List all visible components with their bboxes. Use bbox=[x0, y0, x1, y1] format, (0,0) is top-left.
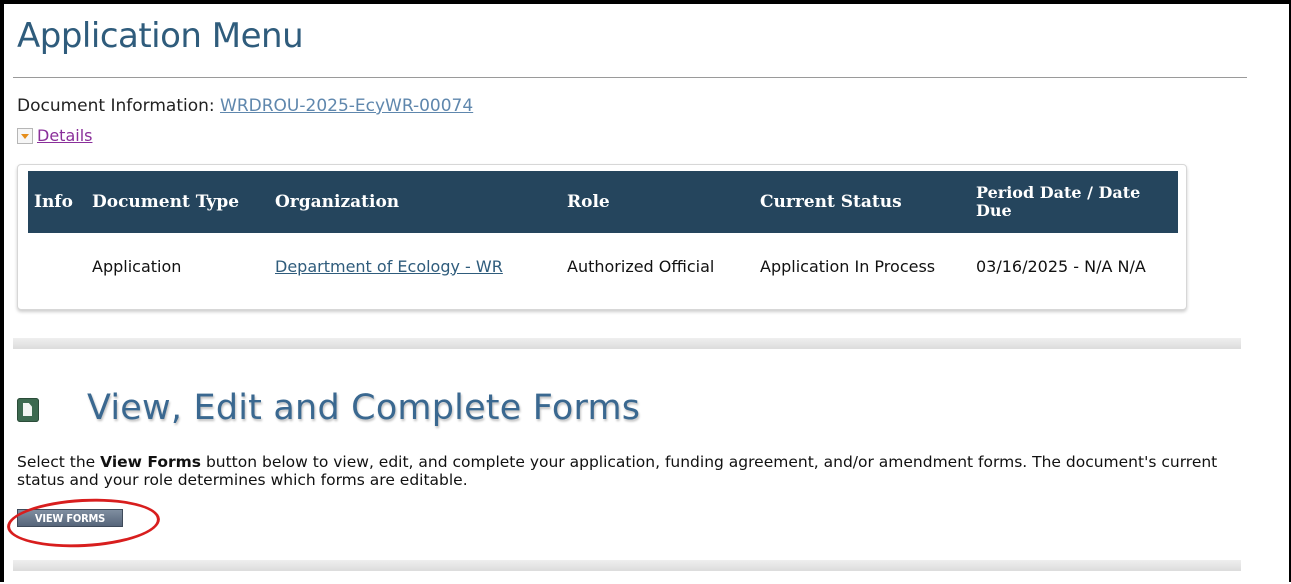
column-header-current-status: Current Status bbox=[754, 171, 970, 233]
table-header-row: Info Document Type Organization Role Cur… bbox=[28, 171, 1178, 233]
document-icon bbox=[17, 398, 39, 422]
bottom-separator bbox=[13, 560, 1241, 571]
details-link[interactable]: Details bbox=[37, 126, 92, 145]
expand-arrow-icon[interactable] bbox=[17, 127, 33, 144]
document-table-card: Info Document Type Organization Role Cur… bbox=[17, 164, 1187, 310]
cell-period-date: 03/16/2025 - N/A N/A bbox=[976, 256, 1146, 276]
document-table: Info Document Type Organization Role Cur… bbox=[28, 171, 1178, 299]
title-divider bbox=[13, 77, 1247, 78]
cell-document-type: Application bbox=[92, 256, 182, 276]
organization-link[interactable]: Department of Ecology - WR bbox=[275, 257, 503, 276]
details-toggle[interactable]: Details bbox=[17, 126, 92, 145]
column-header-info: Info bbox=[28, 171, 86, 233]
column-header-role: Role bbox=[561, 171, 754, 233]
cell-role: Authorized Official bbox=[567, 256, 715, 276]
view-forms-button[interactable]: VIEW FORMS bbox=[17, 509, 123, 527]
forms-section-title: View, Edit and Complete Forms bbox=[87, 388, 641, 428]
column-header-period-date: Period Date / Date Due bbox=[970, 171, 1178, 233]
section-separator bbox=[13, 338, 1241, 349]
forms-instructions: Select the View Forms button below to vi… bbox=[17, 453, 1227, 489]
column-header-organization: Organization bbox=[269, 171, 561, 233]
instruction-text-start: Select the bbox=[17, 453, 101, 471]
table-row: Application Department of Ecology - WR A… bbox=[28, 233, 1178, 299]
column-header-document-type: Document Type bbox=[86, 171, 269, 233]
document-id-link[interactable]: WRDROU-2025-EcyWR-00074 bbox=[220, 96, 473, 116]
instruction-button-name: View Forms bbox=[100, 453, 202, 471]
document-information-label: Document Information: bbox=[17, 96, 221, 116]
cell-info bbox=[28, 233, 86, 299]
document-information: Document Information: WRDROU-2025-EcyWR-… bbox=[17, 96, 473, 116]
page-title: Application Menu bbox=[17, 16, 304, 56]
cell-current-status: Application In Process bbox=[760, 256, 936, 276]
cell-organization: Department of Ecology - WR bbox=[269, 233, 561, 299]
